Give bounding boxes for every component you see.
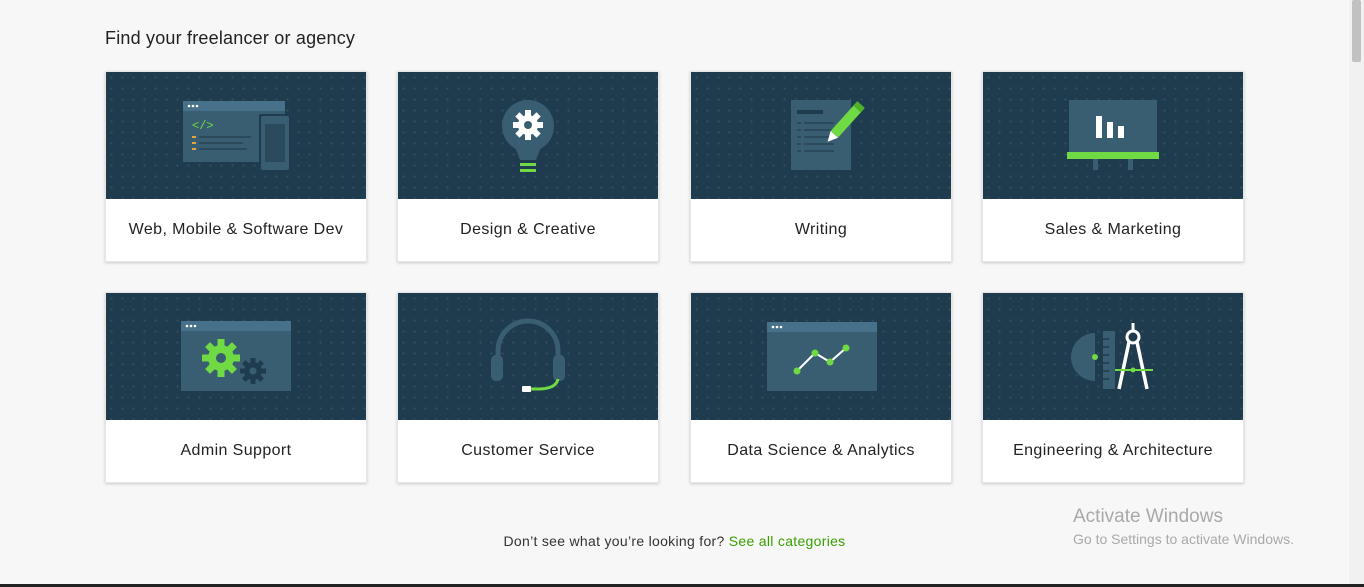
category-art <box>983 72 1243 199</box>
see-all-categories-link[interactable]: See all categories <box>729 533 846 549</box>
category-card-data-science-analytics[interactable]: Data Science & Analytics <box>690 292 952 483</box>
category-label: Design & Creative <box>460 221 596 238</box>
category-label: Data Science & Analytics <box>727 442 915 459</box>
activate-windows-title: Activate Windows <box>1073 506 1223 527</box>
category-label: Writing <box>794 221 848 238</box>
category-card-admin-support[interactable]: Admin Support <box>105 292 367 483</box>
category-card-design-creative[interactable]: Design & Creative <box>397 71 659 262</box>
activate-windows-subtitle: Go to Settings to activate Windows. <box>1073 531 1294 547</box>
scrollbar-thumb[interactable] <box>1352 0 1361 62</box>
headset-icon <box>491 318 565 392</box>
category-card-customer-service[interactable]: Customer Service <box>397 292 659 483</box>
lightbulb-gear-icon <box>502 100 554 172</box>
compass-ruler-icon <box>1071 323 1153 390</box>
category-art <box>398 72 658 199</box>
category-card-sales-marketing[interactable]: Sales & Marketing <box>982 71 1244 262</box>
category-card-web-mobile-software-dev[interactable]: </> Web, Mobile & Software Dev <box>105 71 367 262</box>
category-label: Admin Support <box>180 442 292 459</box>
category-card-engineering-architecture[interactable]: Engineering & Architecture <box>982 292 1244 483</box>
section-heading: Find your freelancer or agency <box>105 28 356 48</box>
category-label: Web, Mobile & Software Dev <box>128 221 344 238</box>
svg-text:</>: </> <box>192 119 214 133</box>
vertical-scrollbar[interactable] <box>1349 0 1364 587</box>
line-chart-window-icon <box>767 322 877 391</box>
presentation-board-icon <box>1067 100 1159 170</box>
footer-prompt: Don’t see what you’re looking for? <box>503 533 725 549</box>
category-art <box>983 293 1243 420</box>
category-art: </> <box>106 72 366 199</box>
category-art <box>106 293 366 420</box>
window-gears-icon <box>181 321 291 391</box>
category-label: Customer Service <box>461 442 595 459</box>
code-devices-icon: </> <box>183 101 291 172</box>
category-art <box>691 293 951 420</box>
category-art <box>691 72 951 199</box>
category-label: Engineering & Architecture <box>1013 442 1213 459</box>
category-art <box>398 293 658 420</box>
category-label: Sales & Marketing <box>1044 221 1182 238</box>
document-pen-icon <box>791 100 865 170</box>
category-card-writing[interactable]: Writing <box>690 71 952 262</box>
category-grid: </> Web, Mobile & Software Dev Design & … <box>105 71 1245 483</box>
